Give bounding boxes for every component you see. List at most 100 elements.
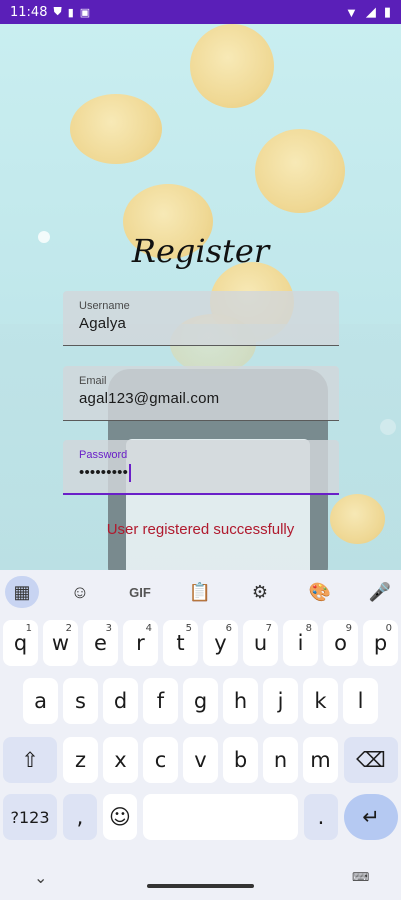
key-label: m [310,748,331,772]
signal-icon: ◢ [365,4,376,19]
key-t[interactable]: t5 [163,620,198,666]
page-title: Register [131,232,270,270]
key-e[interactable]: e3 [83,620,118,666]
shield-icon: ⛊ [53,5,62,18]
key-label: r [136,631,145,655]
clipboard-icon[interactable]: 📋 [183,577,217,607]
key-h[interactable]: h [223,678,258,724]
key-label: o [334,631,347,655]
key-label: s [75,689,86,713]
key-m[interactable]: m [303,737,338,783]
coin-decoration [255,129,345,213]
key-hint: 6 [225,623,232,634]
palette-icon[interactable]: 🎨 [303,577,337,607]
key-c[interactable]: c [143,737,178,783]
key-u[interactable]: u7 [243,620,278,666]
key-label: e [94,631,107,655]
key-y[interactable]: y6 [203,620,238,666]
key-label: u [253,631,268,655]
key-hint: 1 [25,623,32,634]
key-hint: 5 [185,623,192,634]
shift-key[interactable]: ⇧ [3,737,57,783]
gif-button[interactable]: GIF [123,577,157,607]
key-v[interactable]: v [183,737,218,783]
key-label: l [357,689,364,713]
sticker-icon[interactable]: ☺ [63,577,97,607]
key-label: x [114,748,127,772]
key-q[interactable]: q1 [3,620,38,666]
period-key[interactable]: . [304,794,338,840]
password-field[interactable]: Password ••••••••• [63,440,339,495]
key-n[interactable]: n [263,737,298,783]
text-caret [129,464,132,483]
key-k[interactable]: k [303,678,338,724]
gear-icon[interactable]: ⚙ [243,577,277,607]
key-hint: 0 [385,623,392,634]
battery-icon: ▮ [383,4,391,19]
email-value: agal123@gmail.com [79,390,220,407]
apps-grid-icon[interactable]: ▦ [5,576,39,608]
coin-decoration [70,94,162,164]
wifi-icon: ▼ [344,4,358,20]
key-z[interactable]: z [63,737,98,783]
email-label: Email [79,375,107,387]
key-label: t [176,631,185,655]
key-hint: 2 [65,623,72,634]
key-hint: 8 [305,623,312,634]
key-g[interactable]: g [183,678,218,724]
image-icon: ▣ [79,6,91,19]
key-hint: 4 [145,623,152,634]
email-field[interactable]: Email agal123@gmail.com [63,366,339,421]
key-hint: 3 [105,623,112,634]
key-label: q [13,631,28,655]
key-label: j [277,689,284,713]
key-label: i [297,631,304,655]
key-d[interactable]: d [103,678,138,724]
key-label: b [233,748,248,772]
backspace-key[interactable]: ⌫ [344,737,398,783]
keyboard-toolbar: ▦ ☺ GIF 📋 ⚙ 🎨 🎤 [0,570,401,614]
key-label: n [273,748,288,772]
key-a[interactable]: a [23,678,58,724]
coin-decoration [190,24,274,108]
key-s[interactable]: s [63,678,98,724]
chevron-down-icon[interactable]: ⌄ [34,868,47,888]
key-f[interactable]: f [143,678,178,724]
status-bar: 11:48 ⛊ ▮ ▣ ▼ ◢ ▮ [0,0,401,24]
key-r[interactable]: r4 [123,620,158,666]
keyboard-switch-icon[interactable]: ⌨ [352,870,369,884]
key-label: p [373,631,388,655]
key-label: f [156,689,165,713]
key-l[interactable]: l [343,678,378,724]
key-label: z [74,748,87,772]
home-handle[interactable] [147,884,254,888]
password-value: ••••••••• [79,464,129,481]
key-hint: 9 [345,623,352,634]
success-message: User registered successfully [106,521,295,538]
username-label: Username [79,300,130,312]
space-key[interactable] [143,794,298,840]
key-b[interactable]: b [223,737,258,783]
key-x[interactable]: x [103,737,138,783]
key-i[interactable]: i8 [283,620,318,666]
status-time: 11:48 [10,4,48,20]
key-label: g [193,689,208,713]
key-p[interactable]: p0 [363,620,398,666]
key-hint: 7 [265,623,272,634]
key-j[interactable]: j [263,678,298,724]
navigation-bar: ⌄ [0,856,401,900]
username-field[interactable]: Username Agalya [63,291,339,346]
key-label: h [233,689,248,713]
keyboard: ▦ ☺ GIF 📋 ⚙ 🎨 🎤 q1w2e3r4t5y6u7i8o9p0 asd… [0,570,401,900]
key-w[interactable]: w2 [43,620,78,666]
enter-key[interactable]: ↵ [344,794,398,840]
key-label: c [154,748,167,772]
key-label: a [34,689,47,713]
microphone-icon[interactable]: 🎤 [363,577,397,607]
symbols-key[interactable]: ?123 [3,794,57,840]
comma-key[interactable]: , [63,794,97,840]
key-label: v [194,748,207,772]
key-label: w [51,631,70,655]
emoji-key[interactable]: ☺ [103,794,137,840]
key-o[interactable]: o9 [323,620,358,666]
